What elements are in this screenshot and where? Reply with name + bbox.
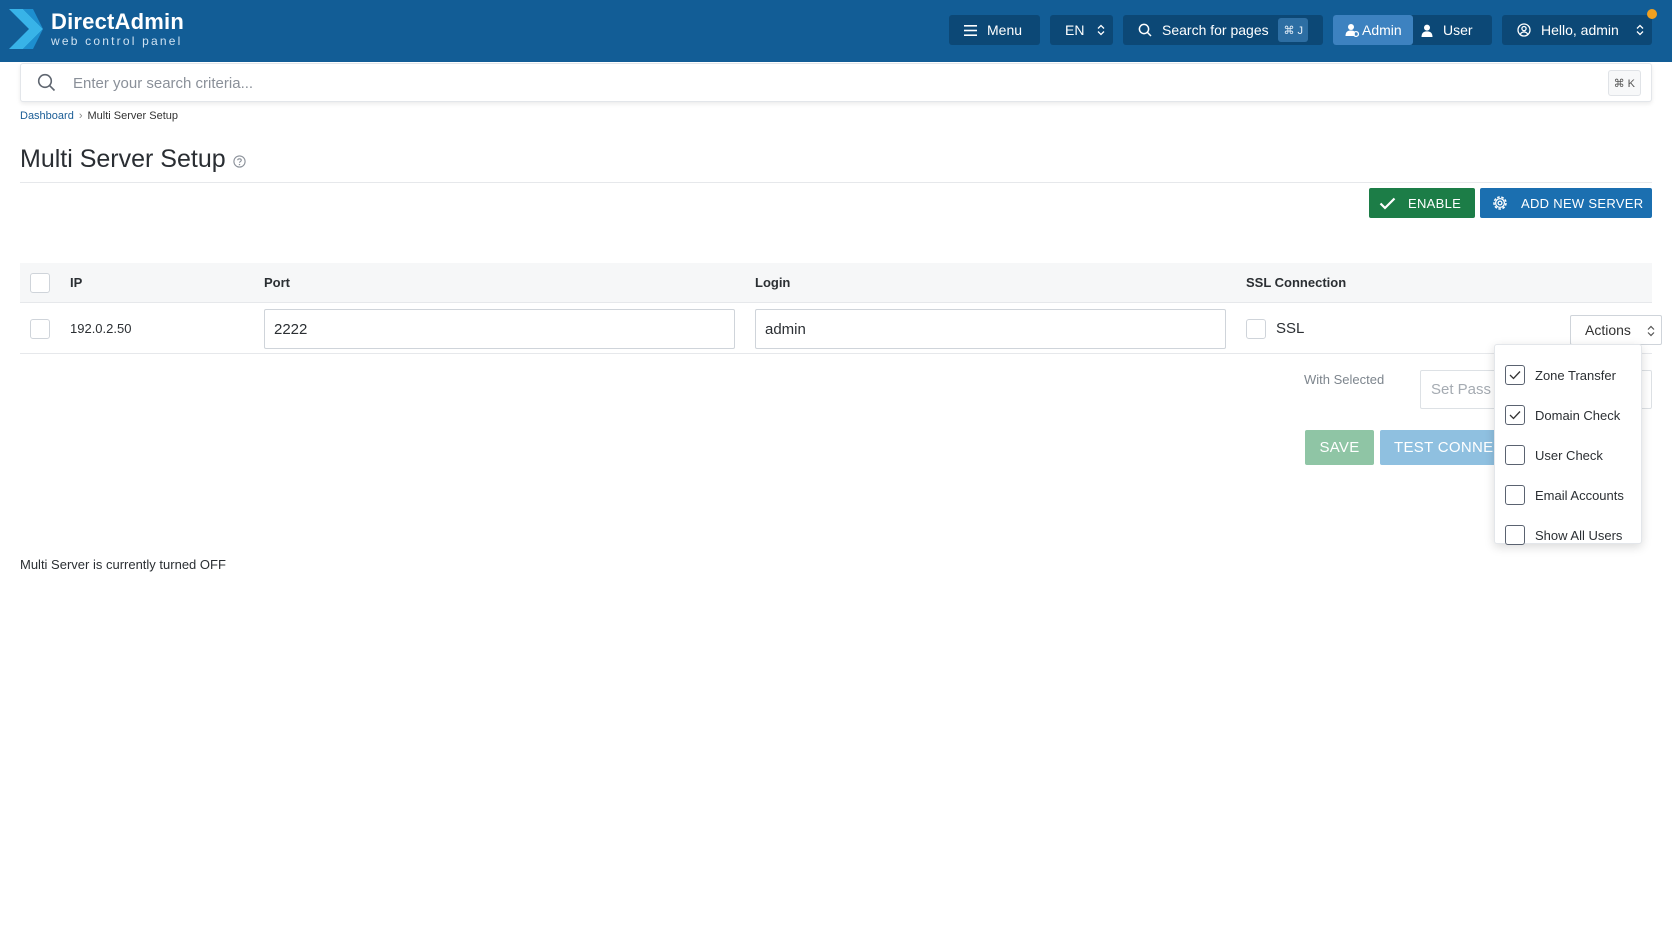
dropdown-item-user-check[interactable]: User Check (1505, 444, 1603, 466)
column-header-ip: IP (70, 275, 83, 290)
language-select[interactable]: EN (1050, 15, 1113, 45)
search-icon (1138, 23, 1152, 37)
search-pages-button[interactable]: Search for pages ⌘ J (1123, 15, 1323, 45)
dropdown-item-label: Zone Transfer (1535, 367, 1616, 383)
column-header-login: Login (755, 275, 791, 290)
updown-chevron-icon (1097, 24, 1105, 36)
search-input[interactable] (71, 70, 1521, 96)
table-header: IP Port Login SSL Connection (20, 263, 1652, 303)
dropdown-item-domain-check[interactable]: Domain Check (1505, 404, 1620, 426)
column-header-port: Port (264, 275, 290, 290)
account-circle-icon (1517, 23, 1531, 37)
search-pages-shortcut: ⌘ J (1278, 18, 1308, 42)
enable-button[interactable]: ENABLE (1369, 188, 1475, 218)
save-button[interactable]: SAVE (1305, 430, 1374, 465)
title-divider (20, 182, 1652, 183)
top-header: DirectAdmin web control panel Menu EN Se… (0, 0, 1672, 62)
login-input[interactable] (755, 309, 1226, 349)
with-selected-label: With Selected (1304, 372, 1385, 387)
email-accounts-checkbox[interactable] (1505, 485, 1525, 505)
brand-subtitle: web control panel (51, 34, 183, 48)
admin-user-icon (1345, 24, 1359, 37)
dropdown-item-show-all-users[interactable]: Show All Users (1505, 524, 1622, 546)
user-menu-button[interactable]: Hello, admin (1502, 15, 1652, 45)
updown-chevron-icon (1647, 325, 1655, 337)
ssl-checkbox[interactable] (1246, 319, 1266, 339)
dropdown-item-label: Domain Check (1535, 407, 1621, 423)
search-pages-label: Search for pages (1162, 22, 1269, 38)
dropdown-item-label: Show All Users (1535, 527, 1623, 543)
role-admin-button[interactable]: Admin (1333, 15, 1413, 45)
multi-server-status: Multi Server is currently turned OFF (20, 557, 226, 572)
hamburger-icon (964, 24, 977, 36)
role-switcher: Admin User (1333, 15, 1492, 45)
user-check-checkbox[interactable] (1505, 445, 1525, 465)
enable-label: ENABLE (1408, 195, 1462, 211)
search-icon (37, 73, 56, 92)
user-icon (1421, 24, 1433, 37)
brand-name: DirectAdmin (51, 9, 184, 34)
port-input[interactable] (264, 309, 735, 349)
actions-dropdown-menu: Zone Transfer Domain Check User Check Em… (1494, 344, 1642, 546)
domain-check-checkbox[interactable] (1505, 405, 1525, 425)
add-new-server-label: ADD NEW SERVER (1521, 195, 1644, 211)
breadcrumb-current: Multi Server Setup (87, 110, 178, 122)
gear-icon (1493, 196, 1507, 210)
show-all-users-checkbox[interactable] (1505, 525, 1525, 545)
breadcrumb-dashboard-link[interactable]: Dashboard (20, 110, 74, 122)
ssl-label: SSL (1276, 320, 1305, 337)
role-user-button[interactable]: User (1421, 15, 1473, 45)
menu-button[interactable]: Menu (949, 15, 1040, 45)
column-header-ssl: SSL Connection (1246, 275, 1347, 290)
help-circle-icon[interactable] (232, 154, 246, 168)
checkmark-icon (1509, 371, 1521, 380)
server-ip: 192.0.2.50 (70, 321, 132, 336)
dropdown-item-email-accounts[interactable]: Email Accounts (1505, 484, 1624, 506)
check-icon (1379, 197, 1396, 210)
breadcrumb-separator: › (78, 110, 83, 122)
notification-dot (1647, 9, 1657, 19)
dropdown-item-label: User Check (1535, 447, 1603, 463)
checkmark-icon (1509, 411, 1521, 420)
global-search-bar: ⌘ K (20, 63, 1652, 102)
add-new-server-button[interactable]: ADD NEW SERVER (1480, 188, 1652, 218)
brand-logo[interactable]: DirectAdmin web control panel (9, 9, 184, 49)
hello-label: Hello, admin (1541, 22, 1619, 38)
page-title-row: Multi Server Setup (20, 145, 246, 174)
row-select-checkbox[interactable] (30, 319, 50, 339)
menu-label: Menu (987, 22, 1023, 38)
updown-chevron-icon (1636, 24, 1644, 36)
breadcrumb: Dashboard › Multi Server Setup (20, 110, 178, 122)
directadmin-logo-icon (9, 9, 43, 49)
page-title: Multi Server Setup (20, 145, 226, 173)
dropdown-item-label: Email Accounts (1535, 487, 1624, 503)
dropdown-item-zone-transfer[interactable]: Zone Transfer (1505, 364, 1616, 386)
search-shortcut: ⌘ K (1607, 70, 1641, 96)
role-user-label: User (1443, 22, 1473, 38)
language-label: EN (1065, 22, 1085, 38)
table-row: 192.0.2.50 SSL Actions (20, 303, 1662, 354)
actions-select[interactable]: Actions (1570, 315, 1662, 345)
role-admin-label: Admin (1362, 22, 1402, 38)
select-all-checkbox[interactable] (30, 273, 50, 293)
zone-transfer-checkbox[interactable] (1505, 365, 1525, 385)
actions-label: Actions (1585, 322, 1631, 338)
